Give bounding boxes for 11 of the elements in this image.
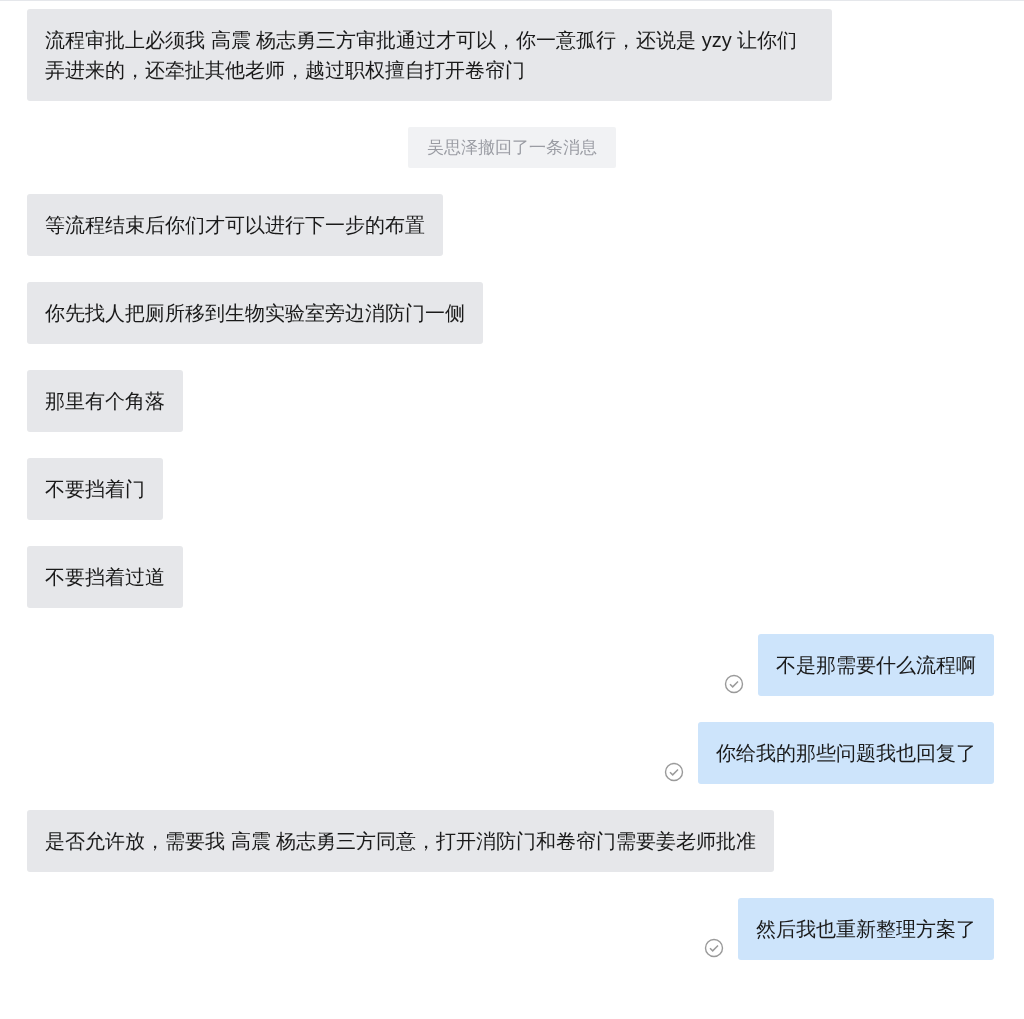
message-bubble: 不要挡着门 [27, 458, 163, 520]
message-bubble: 是否允许放，需要我 高震 杨志勇三方同意，打开消防门和卷帘门需要姜老师批准 [27, 810, 775, 872]
message-bubble: 等流程结束后你们才可以进行下一步的布置 [27, 194, 443, 256]
message-bubble: 那里有个角落 [27, 370, 183, 432]
message-bubble: 然后我也重新整理方案了 [738, 898, 994, 960]
message-bubble: 你给我的那些问题我也回复了 [698, 722, 994, 784]
message-bubble: 流程审批上必须我 高震 杨志勇三方审批通过才可以，你一意孤行，还说是 yzy 让你们弄进来的，还牵扯其他老师，越过职权擅自打开卷帘门 [27, 9, 832, 101]
message-bubble: 你先找人把厕所移到生物实验室旁边消防门一侧 [27, 282, 483, 344]
recall-notice: 吴思泽撤回了一条消息 [408, 127, 616, 168]
message-bubble: 不要挡着过道 [27, 546, 183, 608]
message-bubble: 不是那需要什么流程啊 [758, 634, 994, 696]
